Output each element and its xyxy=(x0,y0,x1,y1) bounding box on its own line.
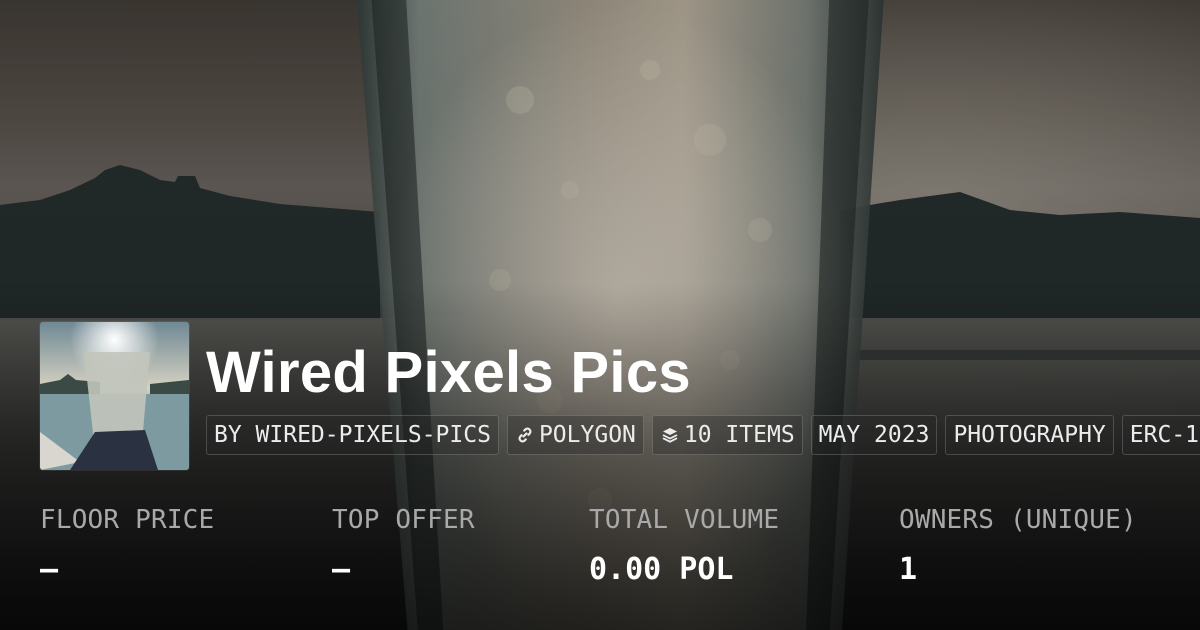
collection-avatar xyxy=(40,322,189,470)
owners-value: 1 xyxy=(899,552,918,587)
standard-tag: ERC-1155 xyxy=(1121,415,1200,455)
chain-link-icon xyxy=(515,425,535,445)
items-tag[interactable]: 10 ITEMS xyxy=(651,415,803,455)
date-label: MAY 2023 xyxy=(818,422,930,448)
category-tag[interactable]: PHOTOGRAPHY xyxy=(945,415,1114,455)
chain-label: POLYGON xyxy=(538,422,636,448)
floor-price-label: FLOOR PRICE xyxy=(40,505,215,535)
creator-tag[interactable]: BY WIRED-PIXELS-PICS xyxy=(206,415,499,455)
top-offer-value: — xyxy=(332,552,351,587)
category-label: PHOTOGRAPHY xyxy=(953,422,1106,448)
items-label: 10 ITEMS xyxy=(683,422,795,448)
creator-label: BY WIRED-PIXELS-PICS xyxy=(214,422,491,448)
top-offer-label: TOP OFFER xyxy=(332,505,475,535)
collection-title: Wired Pixels Pics xyxy=(206,340,691,405)
chain-tag[interactable]: POLYGON xyxy=(506,415,644,455)
date-tag: MAY 2023 xyxy=(810,415,938,455)
total-volume-value: 0.00 POL xyxy=(589,552,734,587)
collection-tags: BY WIRED-PIXELS-PICS POLYGON 10 ITEMS MA… xyxy=(206,415,1200,455)
banner-shade xyxy=(0,0,1200,630)
layers-icon xyxy=(660,425,680,445)
banner-image xyxy=(0,0,1200,630)
owners-label: OWNERS (UNIQUE) xyxy=(899,505,1137,535)
floor-price-value: — xyxy=(40,552,59,587)
standard-label: ERC-1155 xyxy=(1129,422,1200,448)
total-volume-label: TOTAL VOLUME xyxy=(589,505,780,535)
